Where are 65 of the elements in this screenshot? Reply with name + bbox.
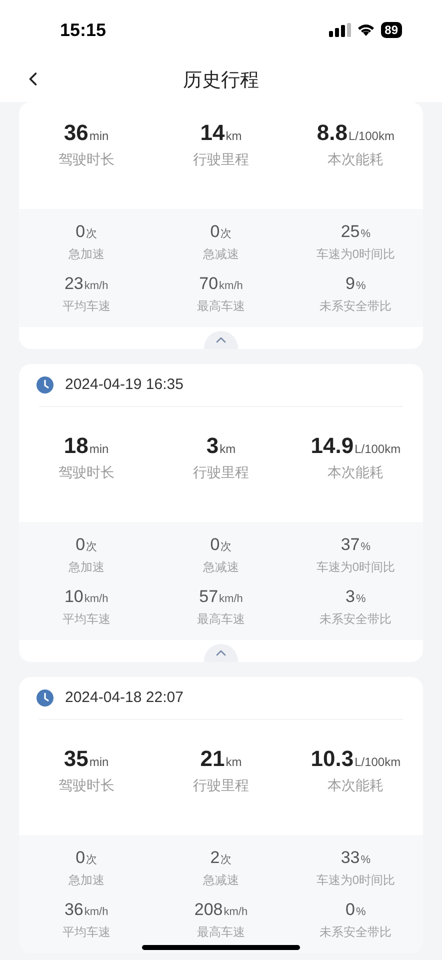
stat-label: 平均车速 [62, 298, 110, 315]
collapse-toggle[interactable] [204, 331, 238, 349]
stat-value: 35min [64, 746, 109, 773]
trip-date: 2024-04-19 16:35 [65, 374, 184, 395]
stat-label: 平均车速 [62, 924, 110, 941]
stat-label: 驾驶时长 [58, 463, 114, 482]
page-title: 历史行程 [183, 68, 259, 93]
signal-icon [328, 23, 351, 37]
wifi-icon [356, 23, 375, 37]
stat-value: 21km [200, 746, 242, 773]
stat-label: 未系安全带比 [320, 611, 392, 628]
stat-label: 急减速 [202, 246, 239, 263]
stat-label: 急加速 [68, 559, 104, 576]
stat-label: 急加速 [68, 246, 104, 263]
stat-label: 急减速 [202, 872, 239, 889]
collapse-toggle[interactable] [204, 644, 238, 662]
stat-value: 57km/h [199, 586, 243, 608]
clock-icon [36, 376, 54, 394]
stat-label: 驾驶时长 [58, 776, 114, 795]
stat-value: 8.8 L/100km [316, 120, 394, 147]
stat-label: 车速为0时间比 [316, 872, 395, 889]
stat-value: 14km [200, 120, 242, 147]
status-time: 15:15 [60, 18, 106, 42]
stat-value: 9% [346, 273, 366, 295]
stat-value: 2次 [210, 847, 232, 869]
stat-label: 驾驶时长 [58, 150, 114, 169]
battery-indicator: 89 [380, 22, 402, 38]
stat-label: 最高车速 [196, 924, 245, 941]
stat-value: 25% [340, 221, 371, 243]
stat-value: 36 km/h [64, 899, 108, 921]
stat-label: 最高车速 [196, 298, 245, 315]
trip-date: 2024-04-18 22:07 [65, 688, 184, 708]
stat-label: 本次能耗 [328, 776, 384, 795]
stat-label: 行驶里程 [192, 776, 249, 795]
stat-value: 0次 [76, 221, 98, 243]
stat-label: 车速为0时间比 [316, 246, 395, 263]
stat-value: 23 km/h [64, 273, 108, 295]
stat-value: 3% [346, 586, 366, 608]
stat-value: 10.3 L/100km [310, 746, 401, 773]
stat-label: 行驶里程 [192, 463, 249, 482]
stat-value: 10km/h [64, 586, 108, 608]
stat-value: 0次 [76, 847, 98, 869]
stat-value: 3 km [206, 433, 236, 460]
stat-value: 0次 [210, 534, 232, 556]
stat-value: 36 min [64, 120, 109, 147]
stat-value: 0% [346, 899, 366, 921]
stat-value: 0次 [76, 534, 98, 556]
stat-label: 本次能耗 [328, 150, 384, 169]
stat-label: 未系安全带比 [320, 298, 392, 315]
stat-label: 车速为0时间比 [316, 559, 395, 576]
clock-icon [36, 689, 54, 707]
stat-label: 未系安全带比 [320, 924, 392, 941]
stat-value: 208 km/h [194, 899, 248, 921]
stat-label: 平均车速 [62, 611, 110, 628]
stat-value: 37% [340, 534, 371, 556]
stat-label: 最高车速 [196, 611, 245, 628]
stat-value: 18min [64, 433, 109, 460]
stat-label: 急加速 [68, 872, 104, 889]
stat-label: 行驶里程 [192, 150, 249, 169]
stat-value: 0次 [210, 221, 232, 243]
stat-label: 急减速 [202, 559, 239, 576]
stat-value: 33% [340, 847, 371, 869]
stat-value: 14.9 L/100km [310, 433, 401, 460]
stat-label: 本次能耗 [328, 463, 384, 482]
stat-value: 70km/h [199, 273, 243, 295]
